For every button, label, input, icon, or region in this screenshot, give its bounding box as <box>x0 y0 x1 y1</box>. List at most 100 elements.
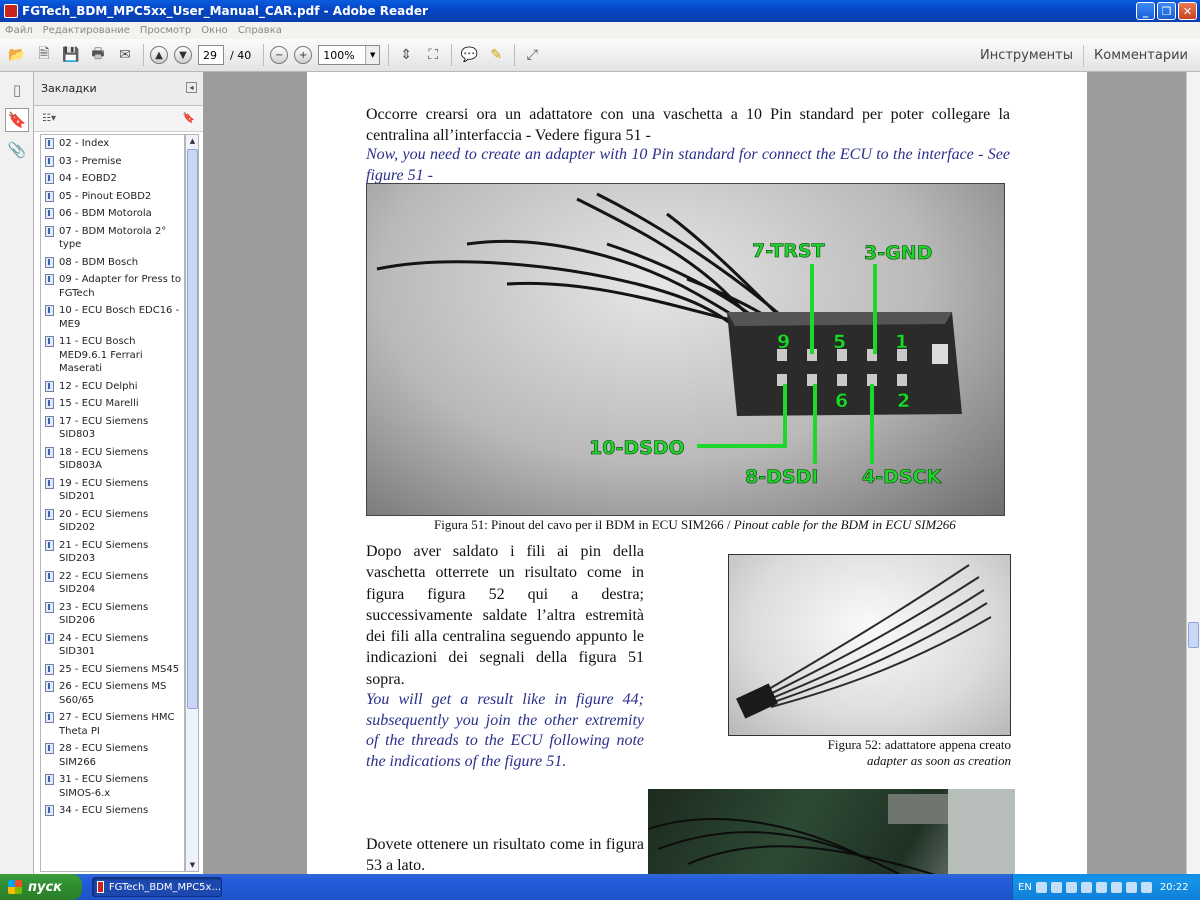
paragraph-italian-1: Occorre crearsi ora un adattatore con un… <box>366 106 1010 144</box>
comments-link[interactable]: Комментарии <box>1094 48 1188 63</box>
clock[interactable]: 20:22 <box>1160 882 1189 893</box>
toolbar-divider <box>263 44 265 66</box>
bookmark-icon <box>45 570 54 582</box>
toolbar-divider <box>143 44 144 66</box>
menu-view[interactable]: Просмотр <box>140 25 191 36</box>
bookmarks-scrollbar[interactable]: ▲ ▼ <box>185 134 199 872</box>
bookmark-icon <box>45 774 54 785</box>
comment-icon[interactable]: 💬 <box>458 44 480 66</box>
bookmark-item[interactable]: 11 - ECU Bosch MED9.6.1 Ferrari Maserati <box>41 333 184 378</box>
taskbar-item-adobe-reader[interactable]: FGTech_BDM_MPC5x... <box>92 877 222 897</box>
windows-logo-icon <box>8 880 22 894</box>
expand-icon[interactable]: ⤢ <box>521 44 543 66</box>
wifi-icon[interactable] <box>1125 881 1137 893</box>
save-icon[interactable]: 💾 <box>60 44 82 66</box>
bookmark-item[interactable]: 26 - ECU Siemens MS S60/65 <box>41 678 184 709</box>
minimize-button[interactable]: _ <box>1136 2 1155 20</box>
antivirus-icon[interactable] <box>1110 881 1122 893</box>
scrollbar-thumb[interactable] <box>187 149 198 709</box>
highlight-icon[interactable]: ✎ <box>485 44 507 66</box>
bookmark-item[interactable]: 17 - ECU Siemens SID803 <box>41 413 184 444</box>
chevron-down-icon[interactable]: ▼ <box>365 46 380 64</box>
bookmark-icon <box>45 743 54 754</box>
bookmark-item[interactable]: 02 - Index <box>41 135 184 153</box>
zoom-in-icon[interactable]: + <box>294 46 313 64</box>
menu-help[interactable]: Справка <box>238 25 282 36</box>
bookmark-label: 03 - Premise <box>59 155 122 167</box>
page-thumbnails-icon[interactable]: ▯ <box>5 78 29 102</box>
find-bookmark-icon[interactable]: 🔖 <box>183 113 195 124</box>
pin-label-5: 5 <box>833 331 846 353</box>
bookmark-item[interactable]: 05 - Pinout EOBD2 <box>41 188 184 206</box>
fit-page-icon[interactable]: ⇕ <box>395 44 417 66</box>
zoom-out-icon[interactable]: − <box>270 46 289 64</box>
attachments-icon[interactable]: 📎 <box>5 138 29 162</box>
bookmark-item[interactable]: 34 - ECU Siemens <box>41 802 184 820</box>
bookmark-label: 11 - ECU Bosch MED9.6.1 Ferrari Maserati <box>59 336 143 374</box>
maximize-button[interactable]: ❐ <box>1157 2 1176 20</box>
start-button[interactable]: пуск <box>0 874 82 900</box>
bookmark-item[interactable]: 24 - ECU Siemens SID301 <box>41 630 184 661</box>
zoom-select[interactable]: 100% ▼ <box>318 45 381 65</box>
tray-arrow-icon[interactable] <box>1035 881 1047 893</box>
tools-link[interactable]: Инструменты <box>980 48 1073 63</box>
bookmark-item[interactable]: 22 - ECU Siemens SID204 <box>41 568 184 599</box>
bookmark-label: 17 - ECU Siemens SID803 <box>59 415 149 441</box>
bookmark-item[interactable]: 20 - ECU Siemens SID202 <box>41 506 184 537</box>
monitor-icon[interactable] <box>1095 881 1107 893</box>
document-viewer[interactable]: Occorre crearsi ora un adattatore con un… <box>204 72 1186 874</box>
collapse-panel-icon[interactable]: ◂ <box>186 82 197 93</box>
page-number-input[interactable]: 29 <box>198 45 224 65</box>
options-menu-icon[interactable]: ☷▾ <box>42 113 56 124</box>
scroll-up-icon[interactable]: ▲ <box>187 135 198 147</box>
bookmark-item[interactable]: 07 - BDM Motorola 2° type <box>41 223 184 254</box>
bookmark-item[interactable]: 04 - EOBD2 <box>41 170 184 188</box>
menu-window[interactable]: Окно <box>201 25 228 36</box>
device-icon[interactable] <box>1065 881 1077 893</box>
bookmark-item[interactable]: 09 - Adapter for Press to FGTech <box>41 271 184 302</box>
bookmark-item[interactable]: 19 - ECU Siemens SID201 <box>41 475 184 506</box>
open-icon[interactable]: 📂 <box>6 44 28 66</box>
bookmark-item[interactable]: 15 - ECU Marelli <box>41 395 184 413</box>
menu-file[interactable]: Файл <box>5 25 33 36</box>
bookmark-item[interactable]: 21 - ECU Siemens SID203 <box>41 537 184 568</box>
paragraph-english-1: Now, you need to create an adapter with … <box>366 146 1010 184</box>
toolbar: 📂 🗎 💾 🖶 ✉ ▲ ▼ 29 / 40 − + 100% ▼ ⇕ ⛶ 💬 ✎ … <box>0 39 1200 72</box>
taskbar: пуск FGTech_BDM_MPC5x... EN 20:22 <box>0 874 1200 900</box>
print-icon[interactable]: 🖶 <box>87 44 109 66</box>
bookmark-item[interactable]: 28 - ECU Siemens SIM266 <box>41 740 184 771</box>
network-icon[interactable] <box>1050 881 1062 893</box>
bookmark-icon <box>45 305 54 316</box>
bookmark-item[interactable]: 03 - Premise <box>41 153 184 171</box>
volume-icon[interactable] <box>1140 881 1152 893</box>
bookmark-item[interactable]: 18 - ECU Siemens SID803A <box>41 444 184 475</box>
bookmarks-header: Закладки ◂ <box>34 72 203 106</box>
document-scrollbar[interactable] <box>1186 72 1200 874</box>
bookmark-label: 26 - ECU Siemens MS S60/65 <box>59 681 167 706</box>
email-icon[interactable]: ✉ <box>114 44 136 66</box>
bookmark-item[interactable]: 08 - BDM Bosch <box>41 254 184 272</box>
next-page-icon[interactable]: ▼ <box>174 46 192 64</box>
bookmark-item[interactable]: 12 - ECU Delphi <box>41 378 184 396</box>
bookmark-item[interactable]: 31 - ECU Siemens SIMOS-6.x <box>41 771 184 802</box>
close-button[interactable]: ✕ <box>1178 2 1197 20</box>
previous-page-icon[interactable]: ▲ <box>150 46 168 64</box>
bookmark-item[interactable]: 06 - BDM Motorola <box>41 205 184 223</box>
fit-width-icon[interactable]: ⛶ <box>422 44 444 66</box>
bookmark-item[interactable]: 27 - ECU Siemens HMC Theta PI <box>41 709 184 740</box>
bookmark-item[interactable]: 10 - ECU Bosch EDC16 - ME9 <box>41 302 184 333</box>
scroll-down-icon[interactable]: ▼ <box>187 859 198 871</box>
language-indicator[interactable]: EN <box>1018 882 1032 893</box>
bookmark-item[interactable]: 25 - ECU Siemens MS45 <box>41 661 184 679</box>
bookmark-icon <box>45 256 54 268</box>
pin-label-2: 2 <box>897 390 910 412</box>
create-pdf-icon[interactable]: 🗎 <box>33 44 55 66</box>
pin-label-9: 9 <box>777 331 790 353</box>
document-scrollbar-thumb[interactable] <box>1188 622 1199 648</box>
bookmark-icon <box>45 155 54 167</box>
menu-edit[interactable]: Редактирование <box>43 25 130 36</box>
bookmarks-icon[interactable]: 🔖 <box>5 108 29 132</box>
usb-icon[interactable] <box>1080 881 1092 893</box>
bookmark-item[interactable]: 23 - ECU Siemens SID206 <box>41 599 184 630</box>
bookmark-icon <box>45 508 54 520</box>
